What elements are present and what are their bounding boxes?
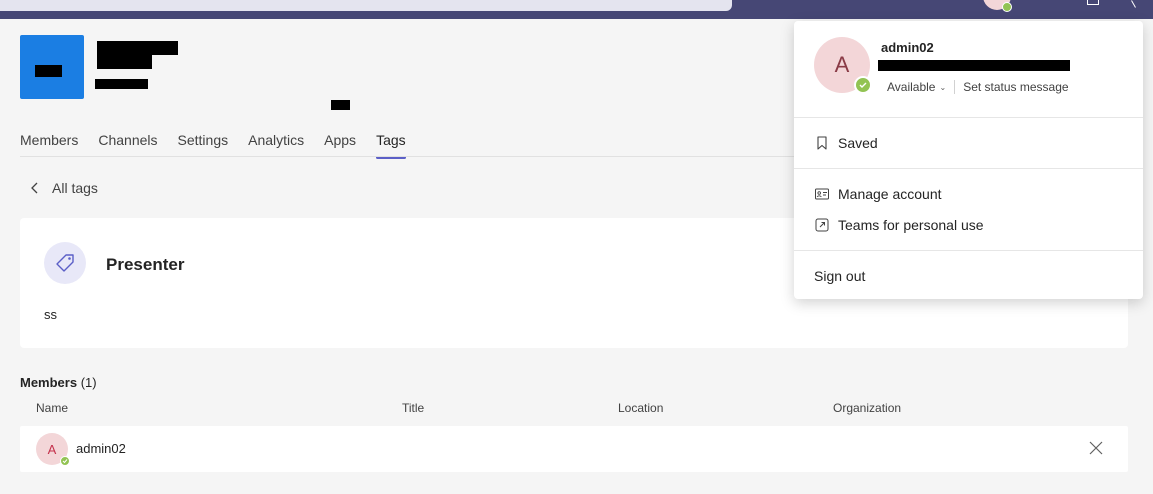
redacted-email	[878, 60, 1070, 71]
avatar-initial: A	[47, 441, 57, 457]
window-control-icon[interactable]	[1087, 0, 1099, 5]
members-heading-label: Members	[20, 375, 78, 390]
teams-personal-use-menu-item[interactable]: Teams for personal use	[814, 217, 984, 233]
account-menu: A admin02 Available ⌄ Set status message…	[794, 21, 1143, 299]
teams-personal-use-label: Teams for personal use	[838, 217, 984, 233]
tab-analytics[interactable]: Analytics	[248, 132, 304, 156]
tab-apps[interactable]: Apps	[324, 132, 356, 156]
members-table-header: Name Title Location Organization	[0, 401, 1128, 417]
menu-divider	[794, 168, 1143, 169]
column-header-organization[interactable]: Organization	[833, 401, 901, 415]
redacted-team-name	[97, 55, 152, 69]
status-row: Available ⌄ Set status message	[887, 80, 1069, 94]
menu-divider	[794, 250, 1143, 251]
tag-icon	[44, 242, 86, 284]
avatar: A	[36, 433, 70, 466]
tag-name: Presenter	[106, 255, 185, 274]
app-top-bar	[0, 0, 1153, 19]
team-avatar	[20, 35, 84, 99]
tab-tags[interactable]: Tags	[376, 132, 406, 159]
status-dropdown[interactable]: Available	[887, 80, 935, 94]
chevron-left-icon	[31, 182, 38, 194]
redacted-text	[331, 100, 350, 110]
open-external-icon	[815, 218, 829, 232]
manage-account-label: Manage account	[838, 186, 942, 202]
presence-available-icon	[854, 76, 872, 94]
bookmark-icon	[817, 136, 827, 150]
redacted-text	[35, 65, 62, 77]
saved-label: Saved	[838, 135, 878, 151]
column-header-title[interactable]: Title	[402, 401, 424, 415]
column-header-location[interactable]: Location	[618, 401, 663, 415]
sign-out-menu-item[interactable]: Sign out	[814, 268, 865, 284]
account-avatar[interactable]: A	[814, 37, 872, 94]
menu-divider	[794, 117, 1143, 118]
all-tags-back-link[interactable]: All tags	[28, 180, 98, 196]
manage-account-menu-item[interactable]: Manage account	[814, 186, 942, 202]
saved-menu-item[interactable]: Saved	[814, 135, 878, 151]
tab-settings[interactable]: Settings	[178, 132, 229, 156]
back-link-label: All tags	[52, 180, 98, 196]
remove-member-close-icon[interactable]	[1088, 440, 1104, 456]
tab-members[interactable]: Members	[20, 132, 78, 156]
members-count: (1)	[80, 375, 97, 390]
redacted-team-name	[97, 41, 178, 55]
redacted-team-description	[95, 79, 148, 89]
search-box[interactable]	[0, 0, 732, 11]
account-avatar-initial: A	[834, 52, 850, 77]
window-control-icon[interactable]	[1131, 0, 1136, 8]
column-header-name[interactable]: Name	[36, 401, 68, 415]
presence-available-icon	[1002, 2, 1012, 12]
set-status-message-button[interactable]: Set status message	[963, 80, 1068, 94]
status-separator	[954, 80, 956, 94]
members-heading: Members (1)	[20, 375, 97, 390]
profile-avatar-button[interactable]	[983, 0, 1012, 12]
team-tabs: Members Channels Settings Analytics Apps…	[20, 132, 406, 159]
member-name: admin02	[76, 441, 126, 456]
chevron-down-icon[interactable]: ⌄	[939, 83, 946, 92]
tab-channels[interactable]: Channels	[98, 132, 157, 156]
sign-out-label: Sign out	[814, 268, 866, 284]
contact-card-icon	[815, 188, 829, 200]
tag-description: ss	[44, 307, 57, 322]
table-row[interactable]: A admin02	[20, 426, 1128, 472]
account-name: admin02	[881, 40, 934, 55]
presence-available-icon	[60, 456, 70, 466]
